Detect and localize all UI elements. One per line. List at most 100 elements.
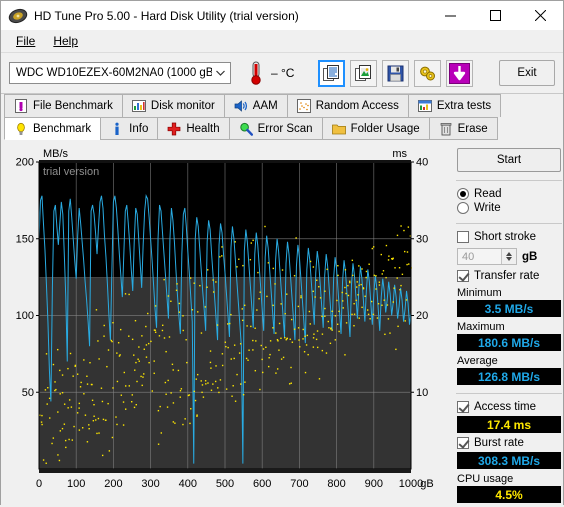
svg-text:200: 200 xyxy=(104,478,122,490)
svg-text:100: 100 xyxy=(16,310,34,322)
benchmark-panel: Start Read Write Short stroke 40 gB Tran… xyxy=(455,144,563,503)
thermometer-icon xyxy=(245,60,267,86)
random-access-icon xyxy=(296,99,311,113)
drive-select-value: WDC WD10EZEX-60M2NA0 (1000 gB) xyxy=(16,67,212,79)
tab-erase[interactable]: Erase xyxy=(428,117,498,140)
checkbox-access-time[interactable]: Access time xyxy=(457,401,561,413)
short-stroke-unit: gB xyxy=(522,250,538,263)
copy-image-button[interactable] xyxy=(350,59,378,87)
svg-text:20: 20 xyxy=(416,310,428,322)
copy-text-button[interactable] xyxy=(318,59,346,87)
checkbox-transfer-rate-label: Transfer rate xyxy=(474,270,540,282)
extra-tests-icon xyxy=(417,99,432,113)
minimize-button[interactable] xyxy=(428,1,473,30)
checkbox-transfer-rate[interactable]: Transfer rate xyxy=(457,270,561,282)
short-stroke-spinner-row: 40 gB xyxy=(457,248,561,265)
svg-text:100: 100 xyxy=(67,478,85,490)
checkbox-short-stroke-label: Short stroke xyxy=(474,231,536,243)
tab-folder-usage-label: Folder Usage xyxy=(350,122,420,135)
divider-1 xyxy=(456,180,562,181)
svg-text:500: 500 xyxy=(216,478,234,490)
svg-text:50: 50 xyxy=(22,387,34,399)
cpu-usage-value: 4.5% xyxy=(457,486,561,503)
short-stroke-spinner[interactable]: 40 xyxy=(457,248,517,265)
spinner-down-icon[interactable] xyxy=(506,257,512,261)
exit-button[interactable]: Exit xyxy=(499,60,555,86)
radio-read-label: Read xyxy=(474,188,502,200)
access-time-value: 17.4 ms xyxy=(457,416,561,433)
tab-folder-usage[interactable]: Folder Usage xyxy=(321,117,430,140)
temperature-display: – °C xyxy=(245,60,294,86)
tab-health[interactable]: Health xyxy=(157,117,230,140)
maximum-label: Maximum xyxy=(457,321,505,333)
menu-bar: File Help xyxy=(1,30,563,53)
download-button[interactable] xyxy=(446,59,474,87)
maximum-value: 180.6 MB/s xyxy=(457,334,561,351)
copy-text-icon xyxy=(323,64,340,81)
tab-health-label: Health xyxy=(186,122,220,135)
save-button[interactable] xyxy=(382,59,410,87)
tab-error-scan[interactable]: Error Scan xyxy=(228,117,323,140)
tab-disk-monitor-label: Disk monitor xyxy=(150,100,215,112)
magnifier-icon xyxy=(239,122,253,136)
options-button[interactable] xyxy=(414,59,442,87)
radio-write-label: Write xyxy=(474,202,501,214)
tab-file-benchmark[interactable]: File Benchmark xyxy=(4,94,123,117)
tab-info-label: Info xyxy=(129,122,149,135)
menu-item-file[interactable]: File xyxy=(7,32,44,50)
spinner-arrows[interactable] xyxy=(501,249,516,264)
info-icon xyxy=(110,122,124,136)
close-button[interactable] xyxy=(518,1,563,30)
svg-text:200: 200 xyxy=(16,157,34,169)
svg-text:150: 150 xyxy=(16,233,34,245)
menu-file-label: File xyxy=(16,34,36,48)
radio-read[interactable]: Read xyxy=(457,188,561,200)
floppy-save-icon xyxy=(387,65,404,81)
tab-disk-monitor[interactable]: Disk monitor xyxy=(121,94,225,117)
average-value: 126.8 MB/s xyxy=(457,368,561,385)
minimum-label: Minimum xyxy=(457,287,502,299)
svg-text:600: 600 xyxy=(253,478,271,490)
svg-text:300: 300 xyxy=(141,478,159,490)
lightbulb-icon xyxy=(14,122,28,136)
minimum-value: 3.5 MB/s xyxy=(457,300,561,317)
svg-text:10: 10 xyxy=(416,387,428,399)
tab-row-1: File Benchmark Disk monitor AAM Random A… xyxy=(1,94,563,117)
red-cross-icon xyxy=(167,122,181,136)
maximize-button[interactable] xyxy=(473,1,518,30)
checkbox-burst-rate-label: Burst rate xyxy=(474,437,524,449)
tab-extra-tests[interactable]: Extra tests xyxy=(407,94,502,117)
tab-aam[interactable]: AAM xyxy=(223,94,288,117)
radio-read-indicator xyxy=(457,188,469,200)
tab-random-access[interactable]: Random Access xyxy=(286,94,409,117)
svg-text:700: 700 xyxy=(290,478,308,490)
window-controls xyxy=(428,1,563,30)
copy-image-icon xyxy=(355,64,372,81)
tab-benchmark[interactable]: Benchmark xyxy=(4,117,102,140)
svg-text:800: 800 xyxy=(327,478,345,490)
checkbox-access-time-indicator xyxy=(457,401,469,413)
tab-erase-label: Erase xyxy=(457,122,488,135)
checkbox-burst-rate[interactable]: Burst rate xyxy=(457,437,561,449)
drive-select[interactable]: WDC WD10EZEX-60M2NA0 (1000 gB) xyxy=(9,62,231,84)
benchmark-chart-svg: trial version 50 100 150 200 10 20 30 40 0 100 200 3… xyxy=(16,148,434,490)
svg-text:40: 40 xyxy=(416,157,428,169)
tab-file-benchmark-label: File Benchmark xyxy=(33,100,113,112)
tab-info[interactable]: Info xyxy=(100,117,159,140)
radio-write[interactable]: Write xyxy=(457,202,561,214)
svg-text:trial version: trial version xyxy=(43,166,99,178)
svg-text:30: 30 xyxy=(416,233,428,245)
hard-disk-icon xyxy=(8,7,28,25)
svg-text:0: 0 xyxy=(36,478,42,490)
checkbox-access-time-label: Access time xyxy=(474,401,536,413)
spinner-up-icon[interactable] xyxy=(506,252,512,256)
radio-write-indicator xyxy=(457,202,469,214)
cpu-usage-label: CPU usage xyxy=(457,473,514,485)
start-button[interactable]: Start xyxy=(457,148,561,172)
checkbox-short-stroke[interactable]: Short stroke xyxy=(457,231,561,243)
main-content: trial version 50 100 150 200 10 20 30 40 0 100 200 3… xyxy=(1,140,563,507)
folder-icon xyxy=(331,122,346,136)
average-label: Average xyxy=(457,355,498,367)
menu-item-help[interactable]: Help xyxy=(44,32,87,50)
gears-icon xyxy=(420,66,436,80)
